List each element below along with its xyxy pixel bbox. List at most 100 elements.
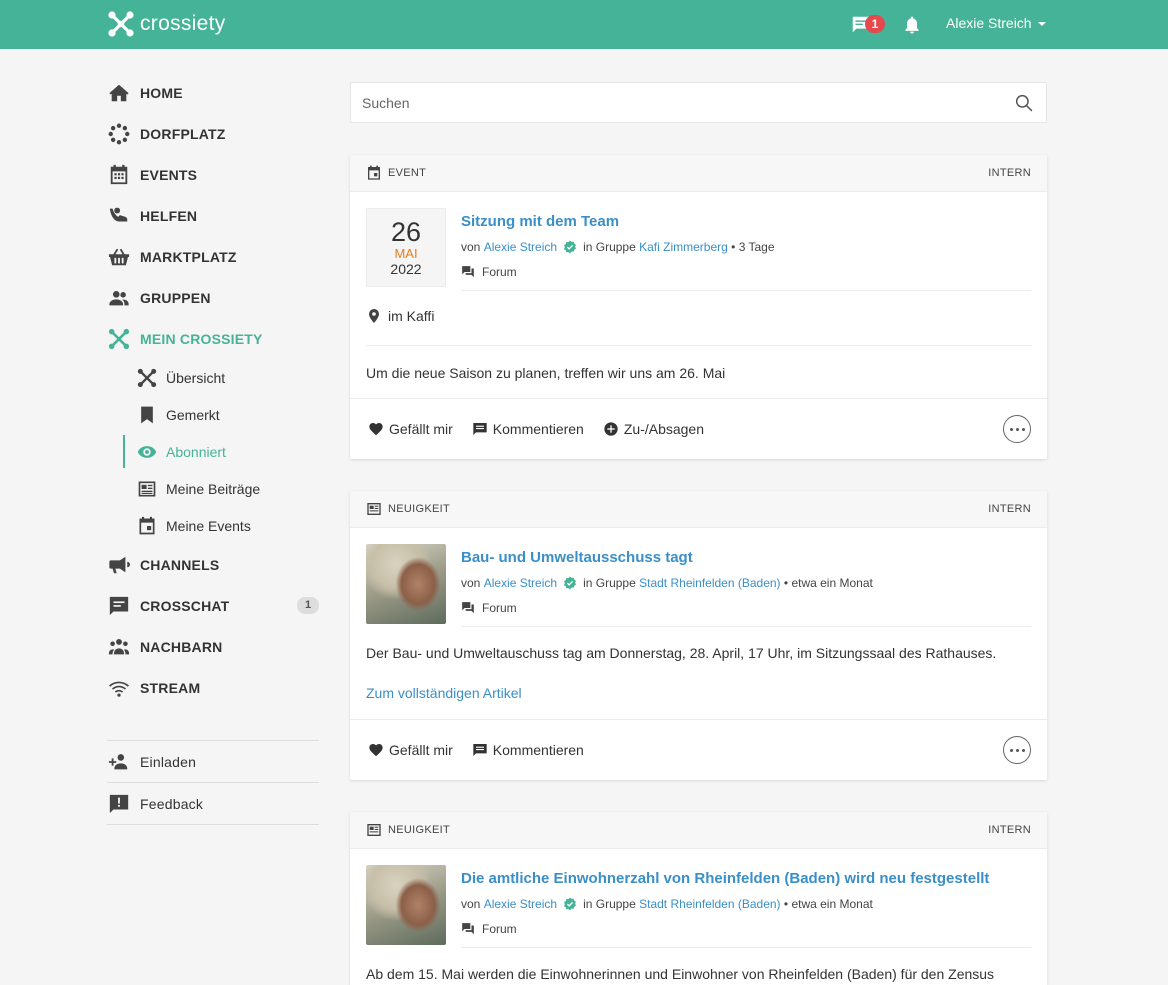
like-button[interactable]: Gefällt mir [368, 742, 453, 758]
forum-icon [462, 923, 474, 935]
post-visibility: INTERN [988, 167, 1031, 179]
sidebar-item-dorfplatz[interactable]: DORFPLATZ [107, 113, 319, 154]
crossiety-logo-icon [108, 11, 134, 37]
post-card: NEUIGKEIT INTERN Bau- und Umweltausschus… [350, 491, 1047, 780]
post-title[interactable]: Bau- und Umweltausschuss tagt [461, 549, 693, 566]
post-meta: von Alexie Streich in Gruppe Stadt Rhein… [461, 897, 873, 911]
like-button[interactable]: Gefällt mir [368, 421, 453, 437]
group-icon [107, 286, 131, 310]
newspaper-icon [135, 477, 159, 501]
sidebar-item-events[interactable]: EVENTS [107, 154, 319, 195]
verified-icon [564, 897, 577, 911]
more-options-button[interactable] [1003, 415, 1031, 443]
card-header: NEUIGKEIT INTERN [350, 812, 1047, 849]
sidebar-item-home[interactable]: HOME [107, 72, 319, 113]
people-icon [107, 635, 131, 659]
megaphone-icon [107, 553, 131, 577]
sidebar-item-stream[interactable]: STREAM [107, 667, 319, 708]
author-link[interactable]: Alexie Streich [484, 897, 557, 911]
post-text: Ab dem 15. Mai werden die Einwohnerinnen… [366, 966, 995, 982]
post-forum: Forum [461, 265, 517, 279]
calendar-icon [107, 163, 131, 187]
sidebar-subitem-uebersicht[interactable]: Übersicht [107, 359, 319, 396]
post-title[interactable]: Sitzung mit dem Team [461, 213, 619, 230]
sidebar-item-marktplatz[interactable]: MARKTPLATZ [107, 236, 319, 277]
search-input[interactable] [351, 83, 991, 122]
forum-icon [462, 602, 474, 614]
verified-icon [564, 240, 577, 254]
post-type: NEUIGKEIT [388, 503, 450, 515]
heart-icon [369, 744, 383, 757]
event-year: 2022 [390, 261, 422, 277]
helping-hand-icon [107, 204, 131, 228]
sidebar-subitem-abonniert[interactable]: Abonniert [107, 433, 319, 470]
post-forum: Forum [461, 922, 517, 936]
post-title[interactable]: Die amtliche Einwohnerzahl von Rheinfeld… [461, 870, 989, 887]
sidebar-item-feedback[interactable]: Feedback [107, 783, 319, 824]
comment-button[interactable]: Kommentieren [472, 421, 584, 437]
post-thumbnail[interactable] [366, 865, 446, 945]
event-day: 26 [390, 217, 422, 247]
search-icon[interactable] [1014, 93, 1034, 113]
post-card: EVENT INTERN 26 MAI 2022 Sitzung mit dem… [350, 155, 1047, 459]
calendar-event-icon [368, 165, 380, 180]
dots-circle-icon [107, 122, 131, 146]
group-link[interactable]: Kafi Zimmerberg [639, 240, 728, 254]
sidebar-subitem-meine-events[interactable]: Meine Events [107, 507, 319, 544]
post-type: EVENT [388, 167, 427, 179]
forum-icon [462, 266, 474, 278]
plus-circle-icon [604, 422, 618, 436]
sidebar-item-crosschat[interactable]: CROSSCHAT 1 [107, 585, 319, 626]
sidebar-item-channels[interactable]: CHANNELS [107, 544, 319, 585]
divider [366, 345, 1031, 346]
calendar-event-icon [135, 514, 159, 538]
top-bar: crossiety 1 Alexie Streich [0, 0, 1168, 49]
sidebar-subitem-meine-beitraege[interactable]: Meine Beiträge [107, 470, 319, 507]
read-more-link[interactable]: Zum vollständigen Artikel [366, 685, 522, 701]
post-age: • etwa ein Monat [783, 897, 873, 911]
divider [461, 626, 1031, 627]
sidebar-item-gruppen[interactable]: GRUPPEN [107, 277, 319, 318]
logo[interactable]: crossiety [108, 10, 226, 38]
post-text: Um die neue Saison zu planen, treffen wi… [366, 365, 726, 381]
group-link[interactable]: Stadt Rheinfelden (Baden) [639, 897, 780, 911]
attend-button[interactable]: Zu-/Absagen [603, 421, 704, 437]
sidebar-subitem-gemerkt[interactable]: Gemerkt [107, 396, 319, 433]
event-month: MAI [394, 246, 418, 261]
search-bar [350, 82, 1047, 123]
post-visibility: INTERN [988, 824, 1031, 836]
basket-icon [107, 245, 131, 269]
post-thumbnail[interactable] [366, 544, 446, 624]
sidebar: HOME DORFPLATZ EVENTS HELFEN MARKTPLATZ … [107, 72, 319, 825]
bell-icon[interactable] [902, 14, 922, 36]
post-type: NEUIGKEIT [388, 824, 450, 836]
sidebar-item-helfen[interactable]: HELFEN [107, 195, 319, 236]
user-menu[interactable]: Alexie Streich [946, 15, 1046, 31]
eye-icon [135, 440, 159, 464]
post-age: • 3 Tage [731, 240, 775, 254]
post-age: • etwa ein Monat [783, 576, 873, 590]
sidebar-item-nachbarn[interactable]: NACHBARN [107, 626, 319, 667]
post-forum: Forum [461, 601, 517, 615]
post-card: NEUIGKEIT INTERN Die amtliche Einwohnerz… [350, 812, 1047, 985]
comment-button[interactable]: Kommentieren [472, 742, 584, 758]
bookmark-icon [135, 403, 159, 427]
feedback-icon [107, 792, 131, 816]
group-link[interactable]: Stadt Rheinfelden (Baden) [639, 576, 780, 590]
card-actions: Gefällt mir Kommentieren [350, 719, 1047, 780]
sidebar-item-einladen[interactable]: Einladen [107, 741, 319, 782]
post-visibility: INTERN [988, 503, 1031, 515]
more-options-button[interactable] [1003, 736, 1031, 764]
post-meta: von Alexie Streich in Gruppe Kafi Zimmer… [461, 240, 775, 254]
sidebar-item-mein-crossiety[interactable]: MEIN CROSSIETY [107, 318, 319, 359]
author-link[interactable]: Alexie Streich [484, 240, 557, 254]
chevron-down-icon [1037, 22, 1046, 26]
post-meta: von Alexie Streich in Gruppe Stadt Rhein… [461, 576, 873, 590]
event-location: im Kaffi [366, 308, 434, 324]
author-link[interactable]: Alexie Streich [484, 576, 557, 590]
verified-icon [564, 576, 577, 590]
newspaper-icon [367, 824, 381, 836]
crossiety-icon [107, 327, 131, 351]
message-count-badge: 1 [865, 15, 885, 33]
card-actions: Gefällt mir Kommentieren Zu-/Absagen [350, 398, 1047, 459]
